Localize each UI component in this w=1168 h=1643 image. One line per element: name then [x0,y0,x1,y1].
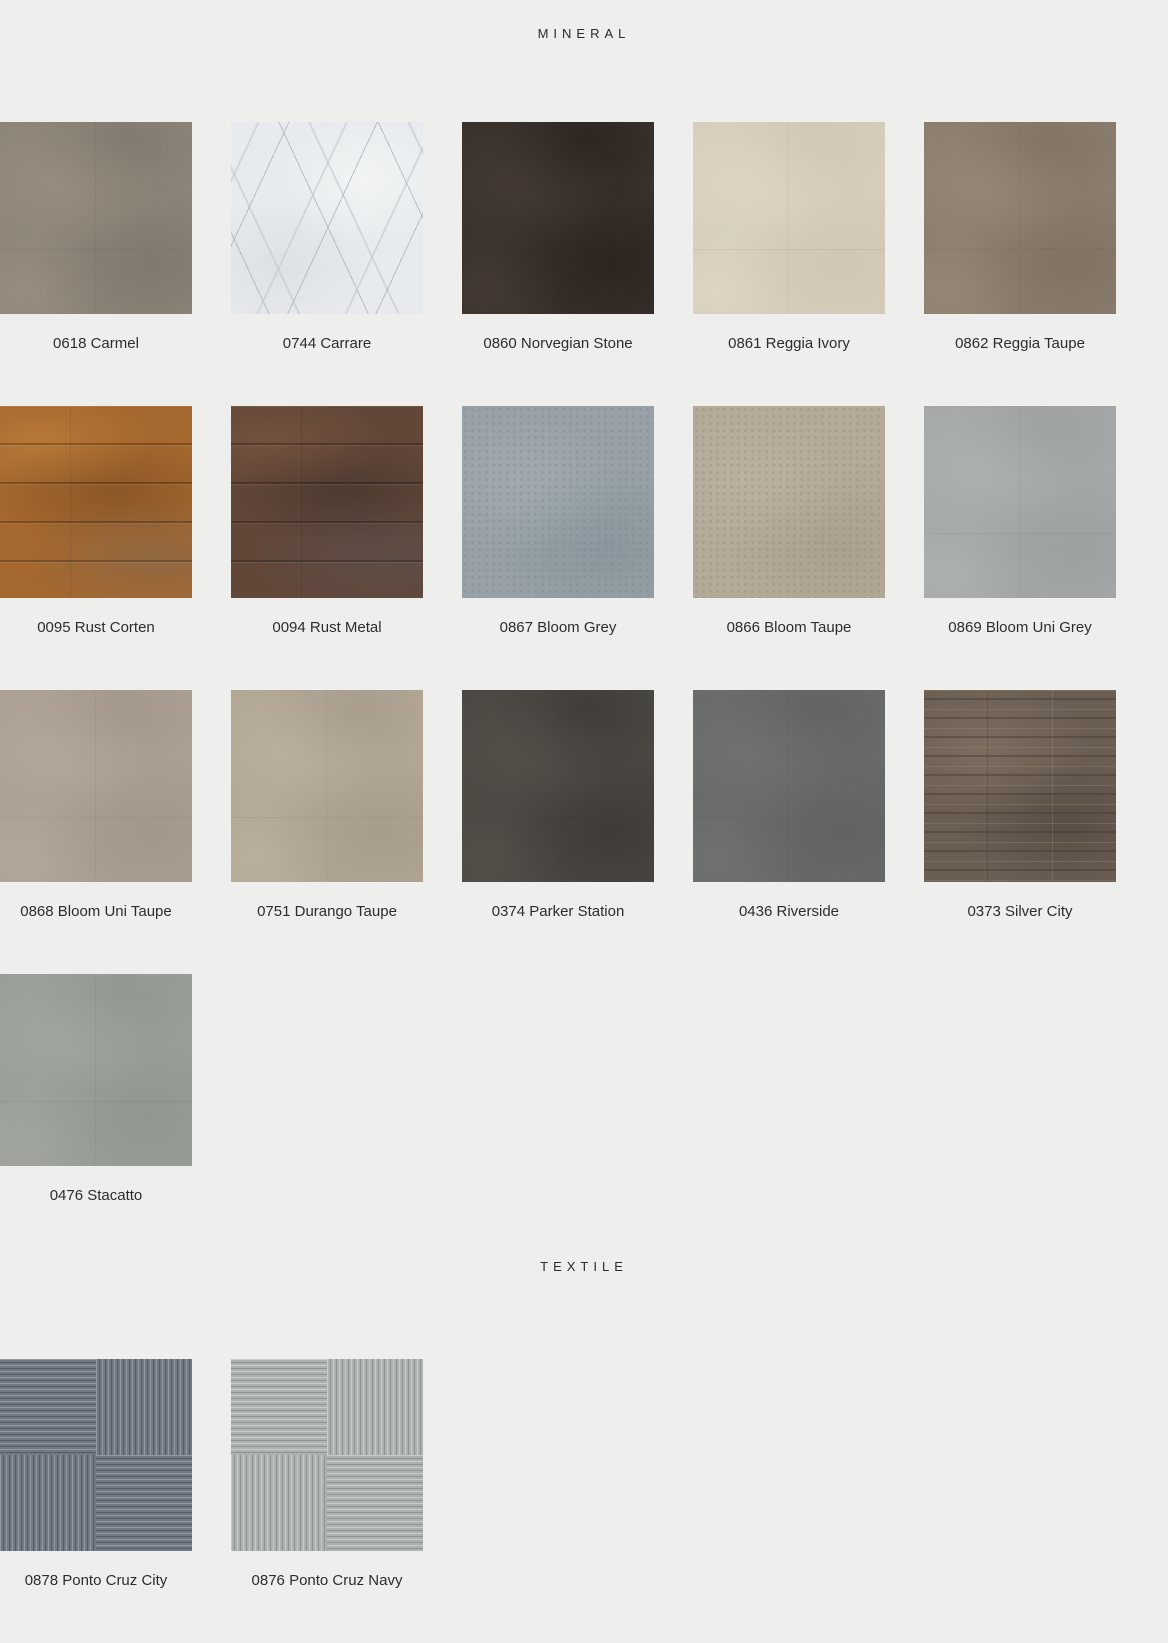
swatch-image-0876-ponto-cruz-navy[interactable] [231,1359,423,1551]
swatch-label: 0744 Carrare [231,333,423,355]
swatch-card-0862-reggia-taupe[interactable]: 0862 Reggia Taupe [924,122,1116,355]
swatch-card-0094-rust-metal[interactable]: 0094 Rust Metal [231,406,423,639]
swatch-card-0867-bloom-grey[interactable]: 0867 Bloom Grey [462,406,654,639]
swatch-image-0862-reggia-taupe[interactable] [924,122,1116,314]
swatch-label: 0476 Stacatto [0,1185,192,1207]
swatch-label: 0878 Ponto Cruz City [0,1570,192,1592]
swatch-label: 0868 Bloom Uni Taupe [0,901,192,923]
swatch-card-0876-ponto-cruz-navy[interactable]: 0876 Ponto Cruz Navy [231,1359,423,1592]
swatch-grid-textile: 0878 Ponto Cruz City 0876 Ponto Cruz Navy [0,1359,1168,1643]
swatch-image-0867-bloom-grey[interactable] [462,406,654,598]
swatch-label: 0876 Ponto Cruz Navy [231,1570,423,1592]
swatch-image-0436-riverside[interactable] [693,690,885,882]
section-title-textile: TEXTILE [0,1258,1168,1276]
swatch-image-0374-parker-station[interactable] [462,690,654,882]
swatch-image-0868-bloom-uni-taupe[interactable] [0,690,192,882]
section-mineral: MINERAL 0618 Carmel 0744 Carrare 0860 Norv… [0,0,1168,1258]
swatch-label: 0861 Reggia Ivory [693,333,885,355]
swatch-label: 0869 Bloom Uni Grey [924,617,1116,639]
swatch-image-0751-durango-taupe[interactable] [231,690,423,882]
swatch-label: 0751 Durango Taupe [231,901,423,923]
swatch-grid-mineral: 0618 Carmel 0744 Carrare 0860 Norvegian St… [0,122,1168,1258]
swatch-image-0476-stacatto[interactable] [0,974,192,1166]
swatch-label: 0618 Carmel [0,333,192,355]
swatch-image-0860-norvegian-stone[interactable] [462,122,654,314]
swatch-card-0868-bloom-uni-taupe[interactable]: 0868 Bloom Uni Taupe [0,690,192,923]
swatch-label: 0862 Reggia Taupe [924,333,1116,355]
swatch-card-0869-bloom-uni-grey[interactable]: 0869 Bloom Uni Grey [924,406,1116,639]
swatch-image-0861-reggia-ivory[interactable] [693,122,885,314]
swatch-card-0878-ponto-cruz-city[interactable]: 0878 Ponto Cruz City [0,1359,192,1592]
section-textile: TEXTILE 0878 Ponto Cruz City 0876 Ponto C… [0,1258,1168,1643]
swatch-label: 0436 Riverside [693,901,885,923]
swatch-label: 0095 Rust Corten [0,617,192,639]
swatch-card-0860-norvegian-stone[interactable]: 0860 Norvegian Stone [462,122,654,355]
catalog-page: { "page": { "background": "#eeeeed", "la… [0,0,1168,1622]
swatch-card-0751-durango-taupe[interactable]: 0751 Durango Taupe [231,690,423,923]
swatch-card-0374-parker-station[interactable]: 0374 Parker Station [462,690,654,923]
swatch-card-0744-carrare[interactable]: 0744 Carrare [231,122,423,355]
swatch-image-0094-rust-metal[interactable] [231,406,423,598]
swatch-label: 0374 Parker Station [462,901,654,923]
swatch-image-0878-ponto-cruz-city[interactable] [0,1359,192,1551]
swatch-card-0436-riverside[interactable]: 0436 Riverside [693,690,885,923]
swatch-card-0095-rust-corten[interactable]: 0095 Rust Corten [0,406,192,639]
swatch-label: 0373 Silver City [924,901,1116,923]
swatch-image-0618-carmel[interactable] [0,122,192,314]
swatch-image-0095-rust-corten[interactable] [0,406,192,598]
swatch-image-0744-carrare[interactable] [231,122,423,314]
swatch-card-0476-stacatto[interactable]: 0476 Stacatto [0,974,192,1207]
swatch-label: 0860 Norvegian Stone [462,333,654,355]
swatch-label: 0866 Bloom Taupe [693,617,885,639]
swatch-card-0373-silver-city[interactable]: 0373 Silver City [924,690,1116,923]
swatch-card-0866-bloom-taupe[interactable]: 0866 Bloom Taupe [693,406,885,639]
swatch-image-0373-silver-city[interactable] [924,690,1116,882]
swatch-card-0618-carmel[interactable]: 0618 Carmel [0,122,192,355]
swatch-image-0869-bloom-uni-grey[interactable] [924,406,1116,598]
section-title-mineral: MINERAL [0,0,1168,43]
swatch-card-0861-reggia-ivory[interactable]: 0861 Reggia Ivory [693,122,885,355]
swatch-label: 0867 Bloom Grey [462,617,654,639]
swatch-label: 0094 Rust Metal [231,617,423,639]
swatch-image-0866-bloom-taupe[interactable] [693,406,885,598]
